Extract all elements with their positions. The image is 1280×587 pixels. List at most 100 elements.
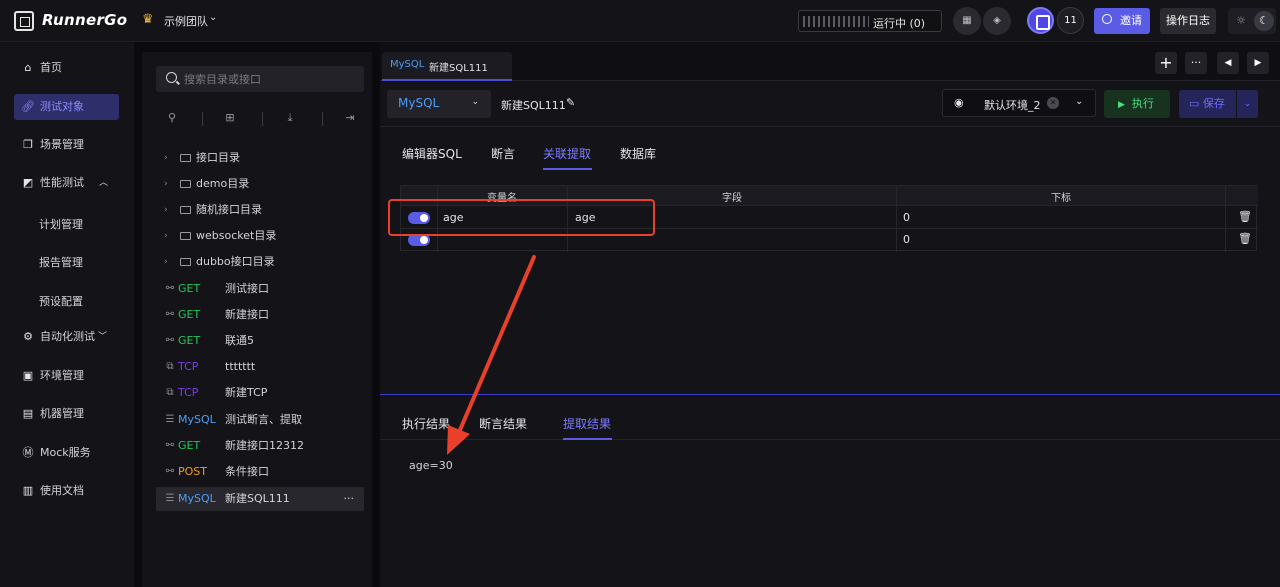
folder-icon [180, 232, 191, 240]
chevron-down-icon[interactable]: ⌄ [1236, 90, 1258, 118]
chevron-right-icon[interactable]: › [164, 146, 168, 170]
annotation-highlight-box [388, 199, 655, 236]
auto-icon: ⚙ [23, 330, 33, 343]
search-input[interactable] [184, 70, 354, 88]
tree-folder[interactable]: › 随机接口目录 [156, 198, 364, 222]
tree-api-item[interactable]: ⚯ POST 条件接口 [156, 460, 364, 484]
operation-log-button[interactable]: 操作日志 [1160, 8, 1216, 34]
chevron-right-icon[interactable]: › [164, 250, 168, 274]
tab-database[interactable]: 数据库 [620, 145, 656, 162]
delete-row-icon[interactable]: 🗑︎ [1238, 232, 1252, 245]
moon-icon[interactable]: ☾ [1254, 11, 1274, 31]
nav-performance[interactable]: ◩ 性能测试 ︿ [14, 170, 119, 196]
nav-scenes[interactable]: ❐ 场景管理 [14, 132, 119, 158]
add-tab-icon[interactable]: + [1155, 52, 1177, 74]
nav-preset-config[interactable]: 预设配置 [39, 293, 83, 309]
nav-machines[interactable]: ▤ 机器管理 [14, 401, 119, 427]
active-tab-underline [543, 168, 592, 170]
active-result-underline [563, 438, 612, 440]
nav-home[interactable]: ⌂ 首页 [14, 55, 119, 81]
clear-icon[interactable]: ✕ [1047, 97, 1059, 109]
chevron-down-icon: ﹀ [98, 332, 108, 342]
nav-plan-management[interactable]: 计划管理 [39, 216, 83, 232]
app-name: RunnerGo [42, 11, 128, 29]
doc-icon: ▥ [22, 484, 34, 497]
nav-mock[interactable]: Ⓜ Mock服务 [14, 440, 119, 466]
more-icon[interactable]: ··· [344, 487, 355, 511]
tree-folder[interactable]: › websocket目录 [156, 224, 364, 248]
tab-assertion[interactable]: 断言 [491, 145, 515, 162]
tab-run-result[interactable]: 执行结果 [402, 415, 450, 432]
tab-left-icon[interactable]: ◀ [1217, 52, 1239, 74]
tree-search[interactable] [156, 66, 364, 92]
tree-api-item[interactable]: ☰ MySQL 测试断言、提取 [156, 408, 364, 432]
link-icon: ⚯ [165, 440, 175, 451]
tree-api-item[interactable]: ⚯ GET 测试接口 [156, 277, 364, 301]
chevron-right-icon[interactable]: › [164, 172, 168, 196]
member-count-badge[interactable]: 11 [1057, 7, 1084, 34]
tree-api-item[interactable]: ⚯ GET 新建接口12312 [156, 434, 364, 458]
new-folder-icon[interactable]: ⊞ [222, 110, 238, 126]
divider [262, 112, 263, 126]
tab-sql[interactable]: MySQL 新建SQL111 [382, 52, 512, 81]
runnergo-logo-icon [14, 11, 34, 31]
add-api-icon[interactable]: ⚲ [164, 110, 180, 126]
tree-api-item[interactable]: ⚯ GET 新建接口 [156, 303, 364, 327]
save-button[interactable]: ▭ 保存 ⌄ [1179, 90, 1258, 118]
nav-test-objects[interactable]: 🔗︎ 测试对象 [14, 94, 119, 120]
play-icon: ▶ [1118, 100, 1125, 110]
run-button[interactable]: ▶ 执行 [1104, 90, 1170, 118]
header-index: 下标 [1051, 193, 1071, 204]
tab-sql-editor[interactable]: 编辑器SQL [402, 145, 462, 162]
tab-assertion-result[interactable]: 断言结果 [479, 415, 527, 432]
tree-folder[interactable]: › 接口目录 [156, 146, 364, 170]
sun-icon[interactable]: ☼ [1234, 14, 1248, 28]
nav-environment[interactable]: ▣ 环境管理 [14, 363, 119, 389]
tree-api-item[interactable]: ⧉ TCP 新建TCP [156, 381, 364, 405]
tab-extraction[interactable]: 关联提取 [543, 145, 591, 162]
running-status[interactable]: 运行中 (0) [798, 10, 942, 32]
nav-report-management[interactable]: 报告管理 [39, 254, 83, 270]
machine-icon: ▤ [22, 407, 34, 420]
delete-row-icon[interactable]: 🗑︎ [1238, 210, 1252, 223]
invite-button[interactable]: 邀请 [1094, 8, 1150, 34]
edit-icon[interactable]: ✎ [566, 96, 575, 109]
collapse-icon[interactable]: ⇥ [342, 110, 358, 126]
theme-toggle[interactable]: ☼ ☾ [1228, 8, 1276, 34]
folder-icon [180, 180, 191, 188]
tree-api-item[interactable]: ⚯ GET 联通5 [156, 329, 364, 353]
more-tabs-icon[interactable]: ··· [1185, 52, 1207, 74]
avatar[interactable] [1027, 7, 1054, 34]
link-icon: 🔗︎ [21, 100, 35, 113]
import-icon[interactable]: ⤓ [282, 110, 298, 126]
db-type-select[interactable]: MySQL ⌄ [387, 90, 491, 118]
chevron-up-icon: ︿ [99, 178, 109, 188]
tree-api-item-selected[interactable]: ☰ MySQL 新建SQL111 ··· [156, 487, 364, 511]
divider [202, 112, 203, 126]
tab-right-icon[interactable]: ▶ [1247, 52, 1269, 74]
index-input[interactable]: 0 [903, 233, 910, 246]
tab-strip: MySQL 新建SQL111 + ··· ◀ ▶ [380, 42, 1280, 81]
chevron-down-icon[interactable]: ⌄ [209, 12, 217, 23]
folder-icon [180, 206, 191, 214]
panel-divider[interactable] [380, 394, 1280, 395]
eye-icon[interactable]: ◉ [954, 96, 964, 109]
cube-icon[interactable]: ◈ [983, 7, 1011, 35]
tree-api-item[interactable]: ⧉ TCP ttttttt [156, 355, 364, 379]
calendar-icon[interactable]: ▦ [953, 7, 981, 35]
chevron-right-icon[interactable]: › [164, 224, 168, 248]
request-name[interactable]: 新建SQL111 [501, 97, 566, 113]
index-input[interactable]: 0 [903, 211, 910, 224]
tree-folder[interactable]: › demo目录 [156, 172, 364, 196]
tree-folder[interactable]: › dubbo接口目录 [156, 250, 364, 274]
chevron-right-icon[interactable]: › [164, 198, 168, 222]
link-icon: ⚯ [165, 283, 175, 294]
nav-docs[interactable]: ▥ 使用文档 [14, 478, 119, 504]
chevron-down-icon[interactable]: ⌄ [1075, 96, 1083, 107]
tcp-icon: ⧉ [166, 387, 174, 398]
nav-automation[interactable]: ⚙ 自动化测试 ﹀ [14, 324, 119, 350]
environment-select[interactable]: ◉ 默认环境_2 ✕ ⌄ [942, 89, 1096, 117]
tab-extraction-result[interactable]: 提取结果 [563, 415, 611, 432]
team-selector[interactable]: 示例团队 [164, 13, 208, 29]
chevron-down-icon: ⌄ [471, 97, 479, 107]
